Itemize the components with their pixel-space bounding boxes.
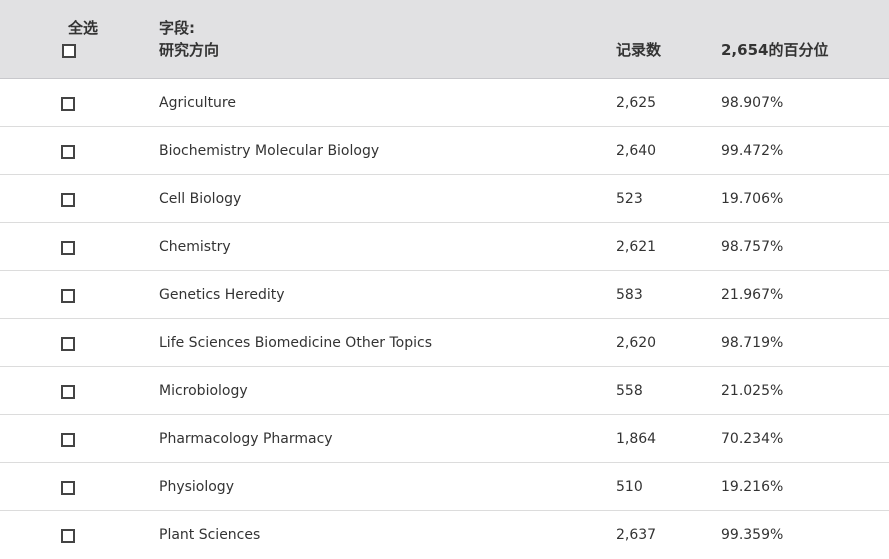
row-checkbox[interactable] (61, 289, 75, 303)
row-percent: 21.025% (721, 383, 784, 399)
row-checkbox[interactable] (61, 97, 75, 111)
row-checkbox[interactable] (61, 241, 75, 255)
column-header-record-count[interactable]: 记录数 (616, 40, 661, 60)
row-checkbox[interactable] (61, 193, 75, 207)
row-checkbox[interactable] (61, 529, 75, 543)
row-percent: 99.472% (721, 143, 784, 159)
row-count: 583 (616, 287, 643, 303)
row-percent: 19.706% (721, 191, 784, 207)
row-count: 510 (616, 479, 643, 495)
row-count: 2,621 (616, 239, 657, 255)
row-percent: 98.757% (721, 239, 784, 255)
table-row: Genetics Heredity 583 21.967% (0, 271, 889, 319)
row-count: 558 (616, 383, 643, 399)
table-row: Agriculture 2,625 98.907% (0, 79, 889, 127)
select-all-label: 全选 (68, 19, 99, 37)
row-percent: 21.967% (721, 287, 784, 303)
row-percent: 19.216% (721, 479, 784, 495)
row-field: Agriculture (159, 95, 236, 111)
row-count: 2,620 (616, 335, 657, 351)
table-row: Physiology 510 19.216% (0, 463, 889, 511)
row-checkbox[interactable] (61, 145, 75, 159)
row-count: 2,640 (616, 143, 657, 159)
row-field: Biochemistry Molecular Biology (159, 143, 380, 159)
table-row: Pharmacology Pharmacy 1,864 70.234% (0, 415, 889, 463)
column-header-research-area[interactable]: 研究方向 (159, 40, 219, 60)
row-checkbox[interactable] (61, 337, 75, 351)
table-row: Chemistry 2,621 98.757% (0, 223, 889, 271)
row-field: Plant Sciences (159, 527, 261, 543)
table-row: Plant Sciences 2,637 99.359% (0, 511, 889, 559)
table-row: Biochemistry Molecular Biology 2,640 99.… (0, 127, 889, 175)
row-field: Life Sciences Biomedicine Other Topics (159, 335, 433, 351)
row-checkbox[interactable] (61, 385, 75, 399)
row-field: Genetics Heredity (159, 287, 285, 303)
row-field: Pharmacology Pharmacy (159, 431, 333, 447)
row-checkbox[interactable] (61, 433, 75, 447)
row-checkbox[interactable] (61, 481, 75, 495)
results-table-body: Agriculture 2,625 98.907% Biochemistry M… (0, 79, 889, 559)
row-count: 523 (616, 191, 643, 207)
table-row: Cell Biology 523 19.706% (0, 175, 889, 223)
row-percent: 99.359% (721, 527, 784, 543)
row-percent: 70.234% (721, 431, 784, 447)
row-count: 2,625 (616, 95, 657, 111)
table-header: 全选 字段: 研究方向 记录数 2,654的百分位 (0, 0, 889, 79)
select-all-checkbox[interactable] (62, 44, 76, 58)
row-field: Chemistry (159, 239, 231, 255)
row-count: 1,864 (616, 431, 657, 447)
column-header-percentage[interactable]: 2,654的百分位 (721, 40, 828, 60)
row-percent: 98.719% (721, 335, 784, 351)
row-field: Physiology (159, 479, 234, 495)
row-count: 2,637 (616, 527, 657, 543)
row-field: Cell Biology (159, 191, 242, 207)
table-row: Microbiology 558 21.025% (0, 367, 889, 415)
table-row: Life Sciences Biomedicine Other Topics 2… (0, 319, 889, 367)
row-percent: 98.907% (721, 95, 784, 111)
row-field: Microbiology (159, 383, 248, 399)
field-label: 字段: (159, 19, 195, 37)
